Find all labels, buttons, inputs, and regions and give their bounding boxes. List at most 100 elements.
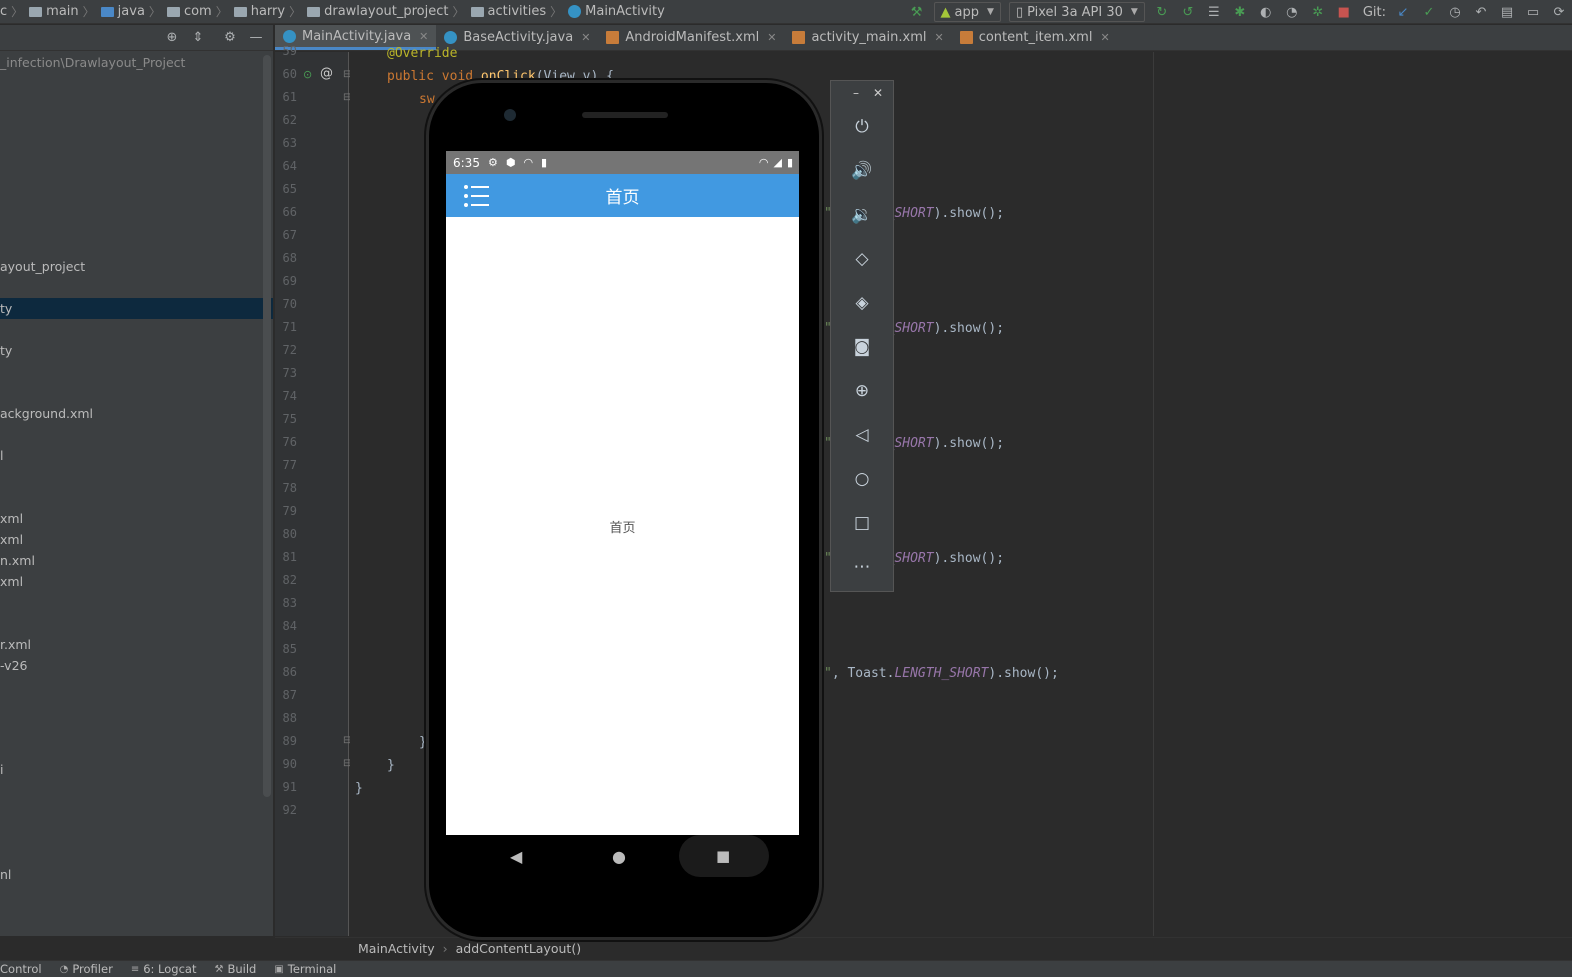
run-config-select[interactable]: ▲ app ▼ xyxy=(933,2,1001,22)
breadcrumb-item[interactable]: java 〉 xyxy=(95,3,161,20)
tree-item[interactable]: ty xyxy=(0,298,273,319)
tree-item[interactable]: ty xyxy=(0,340,273,361)
git-rollback-icon[interactable]: ↶ xyxy=(1470,1,1492,23)
tree-item[interactable]: xml xyxy=(0,508,273,529)
class-icon xyxy=(568,5,582,18)
emulator-volume-up-button[interactable]: 🔊 xyxy=(847,156,877,186)
gear-icon[interactable]: ⚙ xyxy=(219,27,241,49)
minimize-icon[interactable]: – xyxy=(853,86,859,100)
line-number: 80 xyxy=(282,527,297,541)
attach-debugger-icon[interactable]: ◐ xyxy=(1255,1,1277,23)
coverage-icon[interactable]: ☰ xyxy=(1203,1,1225,23)
tool-version-control[interactable]: Control xyxy=(0,962,42,976)
locate-icon[interactable]: ⊕ xyxy=(161,27,183,49)
tree-item[interactable]: -v26 xyxy=(0,655,273,676)
tree-item[interactable]: nl xyxy=(0,864,273,885)
close-icon[interactable]: ✕ xyxy=(581,31,590,44)
hammer-icon[interactable]: ⚒ xyxy=(906,1,928,23)
breadcrumb-item[interactable]: com 〉 xyxy=(161,3,228,20)
breadcrumb: c 〉 main 〉 java 〉 com 〉 harry 〉 drawlayout_pr… xyxy=(0,0,665,24)
home-icon[interactable]: ● xyxy=(612,847,626,866)
chevron-right-icon: 〉 xyxy=(82,5,95,19)
overview-icon[interactable]: ■ xyxy=(716,847,730,865)
debug-icon[interactable]: ✱ xyxy=(1229,1,1251,23)
folder-icon xyxy=(233,6,247,17)
stop-icon[interactable]: ■ xyxy=(1333,1,1355,23)
project-panel: ⊕ ⇕ ⚙ — _infection\Drawlayout_Project ay… xyxy=(0,25,273,936)
emulator-power-button[interactable]: ⏻ xyxy=(847,112,877,142)
git-history-icon[interactable]: ◷ xyxy=(1444,1,1466,23)
breadcrumb-item[interactable]: main 〉 xyxy=(23,3,95,20)
back-icon[interactable]: ◀ xyxy=(510,847,522,866)
tree-item[interactable]: l xyxy=(0,445,273,466)
emulator-home-button[interactable]: ○ xyxy=(847,464,877,494)
tool-label: Control xyxy=(0,962,42,976)
git-update-icon[interactable]: ↙ xyxy=(1392,1,1414,23)
navigation-bar: c 〉 main 〉 java 〉 com 〉 harry 〉 drawlayout_pr… xyxy=(0,0,1572,24)
emulator-camera-button[interactable]: ◙ xyxy=(847,332,877,362)
tree-item[interactable]: ackground.xml xyxy=(0,403,273,424)
emulator-back-button[interactable]: ◁ xyxy=(847,420,877,450)
scrollbar[interactable] xyxy=(263,55,271,797)
close-icon[interactable]: ✕ xyxy=(419,30,428,43)
tool-terminal[interactable]: ▣ Terminal xyxy=(274,962,336,976)
earpiece-speaker xyxy=(582,112,668,118)
emulator-zoom-button[interactable]: ⊕ xyxy=(847,376,877,406)
emulator-rotate-right-button[interactable]: ◈ xyxy=(847,288,877,318)
emulator-device: 6:35 ⚙ ⬢ ◠ ▮ ◠ ◢ ▮ 首页 首页 ◀ ● ■ xyxy=(426,80,822,940)
annotation-marker-icon[interactable]: @ xyxy=(320,66,333,81)
close-icon[interactable]: ✕ xyxy=(934,31,943,44)
minimize-icon[interactable]: — xyxy=(245,27,267,49)
breadcrumb-item[interactable]: MainActivity xyxy=(562,4,665,19)
breadcrumb-item[interactable]: c 〉 xyxy=(0,3,23,20)
app-toolbar: 首页 xyxy=(446,174,799,217)
git-commit-icon[interactable]: ✓ xyxy=(1418,1,1440,23)
tree-item[interactable]: ayout_project xyxy=(0,256,273,277)
emulator-overview-button[interactable]: □ xyxy=(847,508,877,538)
profiler-icon[interactable]: ◔ xyxy=(1281,1,1303,23)
editor-tab[interactable]: activity_main.xml ✕ xyxy=(784,25,951,50)
tree-root-path[interactable]: _infection\Drawlayout_Project xyxy=(0,52,273,73)
device-select[interactable]: ▯ Pixel 3a API 30 ▼ xyxy=(1008,2,1145,22)
editor-tabs: MainActivity.java ✕ BaseActivity.java ✕ Andr… xyxy=(275,25,1572,51)
drawer-menu-button[interactable] xyxy=(462,182,492,210)
editor-tab[interactable]: AndroidManifest.xml ✕ xyxy=(598,25,784,50)
close-icon[interactable]: ✕ xyxy=(767,31,776,44)
breadcrumb-item[interactable]: drawlayout_project 〉 xyxy=(301,3,465,20)
emulator-rotate-left-button[interactable]: ◇ xyxy=(847,244,877,274)
close-icon[interactable]: ✕ xyxy=(873,86,883,100)
breadcrumb-item[interactable]: harry 〉 xyxy=(228,3,301,20)
tool-logcat[interactable]: ≡ 6: Logcat xyxy=(131,962,197,976)
layout-inspector-icon[interactable]: ⟳ xyxy=(1548,1,1570,23)
breadcrumb-label: drawlayout_project xyxy=(324,4,449,19)
breadcrumb-class[interactable]: MainActivity xyxy=(358,941,435,956)
apply-changes-icon[interactable]: ↺ xyxy=(1177,1,1199,23)
tree-item[interactable]: r.xml xyxy=(0,634,273,655)
emulator-screen[interactable]: 6:35 ⚙ ⬢ ◠ ▮ ◠ ◢ ▮ 首页 首页 xyxy=(446,151,799,835)
tool-profiler[interactable]: ◔ Profiler xyxy=(60,962,113,976)
override-marker-icon[interactable]: ⊙ xyxy=(303,68,312,81)
code-text: ).show(); xyxy=(988,666,1059,681)
chevron-right-icon: 〉 xyxy=(289,5,302,19)
bug-icon[interactable]: ✲ xyxy=(1307,1,1329,23)
editor-tab[interactable]: content_item.xml ✕ xyxy=(952,25,1118,50)
tree-item[interactable]: n.xml xyxy=(0,550,273,571)
editor-tab[interactable]: BaseActivity.java ✕ xyxy=(436,25,598,50)
annotation: @Override xyxy=(387,46,458,61)
emulator-volume-down-button[interactable]: 🔉 xyxy=(847,200,877,230)
tool-build[interactable]: ⚒ Build xyxy=(214,962,256,976)
project-structure-icon[interactable]: ▤ xyxy=(1496,1,1518,23)
wifi-off-icon: ◠ xyxy=(523,156,534,169)
emulator-more-button[interactable]: ⋯ xyxy=(847,552,877,582)
close-icon[interactable]: ✕ xyxy=(1100,31,1109,44)
rerun-icon[interactable]: ↻ xyxy=(1151,1,1173,23)
breadcrumb-method[interactable]: addContentLayout() xyxy=(456,941,582,956)
breadcrumb-item[interactable]: activities 〉 xyxy=(465,3,562,20)
back-icon: ◁ xyxy=(855,425,869,445)
window-icon[interactable]: ▭ xyxy=(1522,1,1544,23)
tree-item[interactable]: xml xyxy=(0,571,273,592)
collapse-all-icon[interactable]: ⇕ xyxy=(187,27,209,49)
tab-label: BaseActivity.java xyxy=(463,30,574,45)
tree-item[interactable]: i xyxy=(0,759,273,780)
tree-item[interactable]: xml xyxy=(0,529,273,550)
